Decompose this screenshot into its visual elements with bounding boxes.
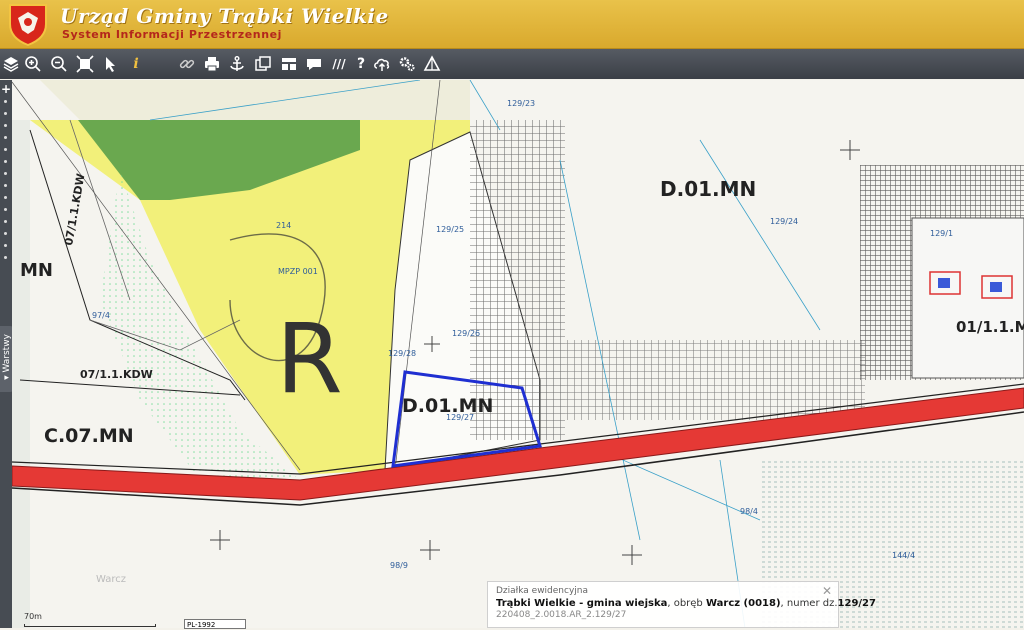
parcel-label: 214 [276, 221, 291, 230]
layout-icon[interactable] [278, 53, 300, 75]
comment-icon[interactable] [303, 53, 325, 75]
parcel-label: 98/9 [390, 561, 408, 570]
anchor-icon[interactable] [226, 53, 248, 75]
parcel-label: 129/23 [507, 99, 535, 108]
plan-label: MPZP 001 [278, 267, 318, 276]
layers-icon[interactable] [0, 53, 22, 75]
parcel-label: 144/4 [892, 551, 915, 560]
parcel-label: 129/26 [452, 329, 480, 338]
hatch-icon[interactable]: /// [328, 53, 350, 75]
print-icon[interactable] [201, 53, 223, 75]
measure-icon[interactable] [421, 53, 443, 75]
zone-label-r: R [276, 303, 343, 415]
parcel-label: 129/1 [930, 229, 953, 238]
popup-obreb: Warcz (0018) [705, 598, 781, 609]
copy-icon[interactable] [252, 53, 274, 75]
select-arrow-icon[interactable] [100, 53, 122, 75]
parcel-label: 129/27 [446, 413, 474, 422]
coat-of-arms-icon [9, 4, 47, 46]
popup-gmina: Trąbki Wielkie - gmina wiejska [496, 598, 668, 609]
parcel-label: 97/4 [92, 311, 110, 320]
info-icon[interactable]: i [125, 53, 147, 75]
settings-icon[interactable] [396, 53, 418, 75]
parcel-label: 129/25 [436, 225, 464, 234]
parcel-label: 129/24 [770, 217, 798, 226]
full-extent-icon[interactable] [74, 53, 96, 75]
zone-label-c07mn: C.07.MN [44, 425, 134, 447]
road-label-kdw: 07/1.1.KDW [80, 368, 153, 381]
link-icon[interactable] [176, 53, 198, 75]
popup-obreb-label: , obręb [667, 598, 706, 609]
main-toolbar: i /// ? [0, 49, 1024, 79]
zoom-slider[interactable] [4, 100, 8, 268]
expand-panel-icon[interactable]: + [1, 82, 11, 96]
scale-label: 70m [24, 612, 42, 621]
left-sidebar: + ▾ Warstwy [0, 80, 14, 628]
zone-label-mn: MN [20, 260, 53, 281]
zoom-in-icon[interactable] [22, 53, 44, 75]
app-subtitle: System Informacji Przestrzennej [62, 28, 283, 41]
upload-icon[interactable] [371, 53, 393, 75]
popup-parcel-details: Trąbki Wielkie - gmina wiejska, obręb Wa… [496, 598, 876, 609]
popup-parcel-number: 129/27 [837, 598, 876, 609]
app-title: Urząd Gminy Trąbki Wielkie [60, 4, 389, 28]
zoom-out-icon[interactable] [48, 53, 70, 75]
parcel-info-popup: ✕ Działka ewidencyjna Trąbki Wielkie - g… [487, 581, 876, 628]
zone-label-mw: 01/1.1.MW [956, 318, 1024, 336]
app-header: Urząd Gminy Trąbki Wielkie System Inform… [0, 0, 1024, 49]
parcel-label: 129/28 [388, 349, 416, 358]
close-icon[interactable]: ✕ [822, 584, 832, 598]
popup-heading: Działka ewidencyjna [496, 586, 589, 596]
zone-label-d01mn-north: D.01.MN [660, 177, 756, 201]
hatched-residential-zone [470, 120, 565, 440]
layers-tab-label: ▾ Warstwy [2, 334, 12, 380]
popup-parcel-code: 220408_2.0018.AR_2.129/27 [496, 610, 627, 620]
popup-numer-label: , numer dz. [780, 598, 838, 609]
parcel-label: 98/4 [740, 507, 758, 516]
place-name: Warcz [96, 574, 126, 585]
map-canvas[interactable]: D.01.MN D.01.MN C.07.MN MN 01/1.1.MW 07/… [12, 80, 1024, 628]
scale-bar [24, 624, 156, 627]
help-icon[interactable]: ? [350, 53, 372, 75]
